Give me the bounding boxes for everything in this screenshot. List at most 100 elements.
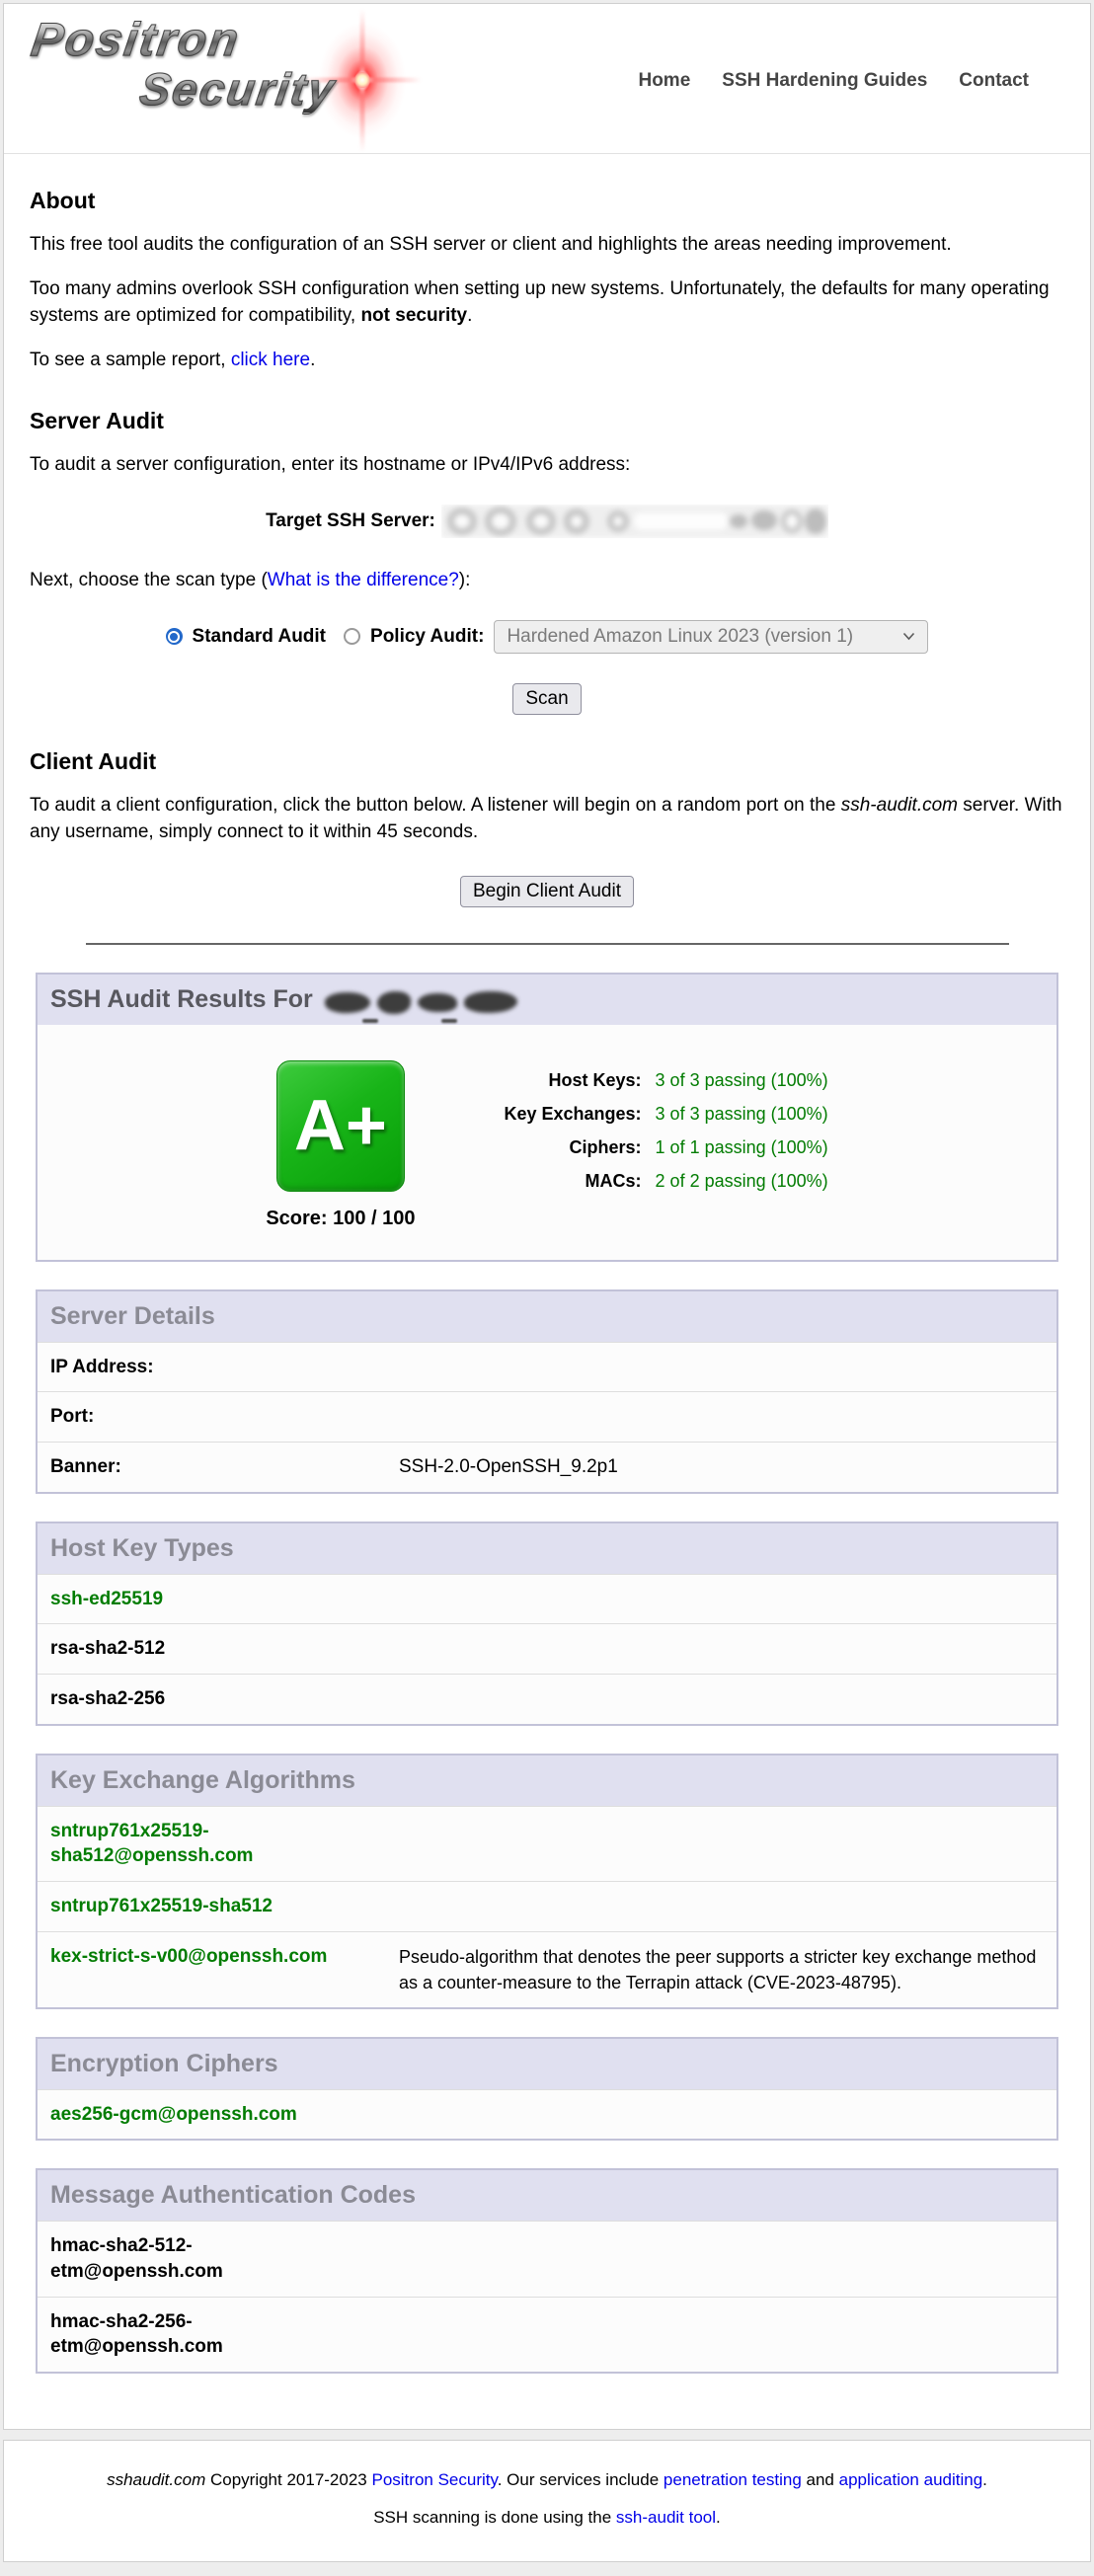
scan-button-row: Scan [30,683,1064,715]
results-panel-header: SSH Audit Results For [38,975,1056,1025]
encryption-ciphers-panel: Encryption Ciphers aes256-gcm@openssh.co… [36,2037,1058,2142]
nav-home[interactable]: Home [638,70,690,92]
policy-select[interactable]: Hardened Amazon Linux 2023 (version 1) [494,620,928,654]
server-details-panel: Server Details IP Address: Port: Banner:… [36,1289,1058,1494]
scan-type-text: Next, choose the scan type ( [30,570,268,590]
table-row: sntrup761x25519-sha512 [38,1881,1056,1931]
page-content: About This free tool audits the configur… [4,188,1090,945]
host-key-name: ssh-ed25519 [50,1587,352,1612]
scan-button[interactable]: Scan [512,683,581,715]
client-audit-text: To audit a client configuration, click t… [30,795,841,816]
about-title: About [30,188,1064,214]
scan-type-text-end: ): [459,570,471,590]
table-row: Port: [38,1391,1056,1442]
server-audit-intro: To audit a server configuration, enter i… [30,452,1064,479]
encryption-ciphers-header: Encryption Ciphers [38,2039,1056,2089]
client-audit-paragraph: To audit a client configuration, click t… [30,793,1064,846]
stat-value-macs: 2 of 2 passing (100%) [656,1171,828,1192]
footer-sitename: sshaudit.com [107,2470,205,2489]
server-details-header: Server Details [38,1291,1056,1342]
table-row: hmac-sha2-256-etm@openssh.com [38,2297,1056,2372]
kex-algorithm-name: kex-strict-s-v00@openssh.com [50,1944,352,1995]
nav-ssh-hardening-guides[interactable]: SSH Hardening Guides [722,70,927,92]
chevron-down-icon [902,632,915,641]
table-row: kex-strict-s-v00@openssh.com Pseudo-algo… [38,1931,1056,2007]
standard-audit-radio[interactable] [166,628,183,645]
host-key-types-panel: Host Key Types ssh-ed25519 rsa-sha2-512 … [36,1522,1058,1726]
page-card: Positron Security Home SSH Hardening Gui… [3,3,1091,2430]
target-ssh-server-input[interactable] [441,505,828,538]
results-stats: Host Keys: 3 of 3 passing (100%) Key Exc… [459,1070,828,1192]
table-row: hmac-sha2-512-etm@openssh.com [38,2221,1056,2296]
results-panel: SSH Audit Results For A+ Score: 100 / 10… [36,973,1058,1262]
table-row: IP Address: [38,1342,1056,1392]
results-title: SSH Audit Results For [50,985,313,1014]
cipher-name: aes256-gcm@openssh.com [50,2102,352,2128]
redacted-hostname-scribble [325,991,517,1014]
target-server-row: Target SSH Server: [30,505,1064,538]
grade-column: A+ Score: 100 / 100 [266,1060,415,1230]
ssh-audit-tool-link[interactable]: ssh-audit tool [616,2508,716,2527]
table-row: rsa-sha2-512 [38,1623,1056,1674]
stat-label-ciphers: Ciphers: [459,1137,642,1158]
penetration-testing-link[interactable]: penetration testing [664,2470,802,2489]
not-security-bold: not security [360,305,467,326]
stat-label-host-keys: Host Keys: [459,1070,642,1091]
policy-audit-radio[interactable] [344,628,360,645]
grade-letter: A+ [294,1085,387,1166]
kex-algorithm-note [399,1819,1044,1869]
host-key-name: rsa-sha2-256 [50,1686,352,1712]
positron-security-logo[interactable]: Positron Security [32,17,427,145]
table-row: sntrup761x25519-sha512@openssh.com [38,1806,1056,1881]
begin-client-audit-button[interactable]: Begin Client Audit [460,876,634,907]
kex-algorithm-note [399,1894,1044,1919]
about-paragraph-2: Too many admins overlook SSH configurati… [30,276,1064,330]
mac-name: hmac-sha2-512-etm@openssh.com [50,2233,248,2284]
logo-text-line2: Security [29,66,430,113]
redacted-hostname-blur [441,505,828,538]
about-paragraph-3: To see a sample report, click here. [30,348,1064,374]
server-audit-title: Server Audit [30,408,1064,434]
application-auditing-link[interactable]: application auditing [839,2470,983,2489]
stat-label-macs: MACs: [459,1171,642,1192]
main-nav: Home SSH Hardening Guides Contact [638,70,1062,92]
footer-services-text: . Our services include [498,2470,664,2489]
client-audit-button-row: Begin Client Audit [30,876,1064,907]
scan-type-paragraph: Next, choose the scan type (What is the … [30,568,1064,594]
policy-audit-label: Policy Audit: [370,626,484,648]
table-row: rsa-sha2-256 [38,1674,1056,1724]
table-row: ssh-ed25519 [38,1574,1056,1624]
table-row: Banner: SSH-2.0-OpenSSH_9.2p1 [38,1442,1056,1492]
macs-header: Message Authentication Codes [38,2170,1056,2221]
site-footer: sshaudit.com Copyright 2017-2023 Positro… [3,2440,1091,2562]
banner-label: Banner: [50,1454,352,1480]
results-body: A+ Score: 100 / 100 Host Keys: 3 of 3 pa… [38,1025,1056,1260]
scan-type-options: Standard Audit Policy Audit: Hardened Am… [30,620,1064,654]
sample-report-link[interactable]: click here [231,350,310,370]
host-key-types-header: Host Key Types [38,1523,1056,1574]
client-audit-title: Client Audit [30,748,1064,775]
macs-panel: Message Authentication Codes hmac-sha2-5… [36,2168,1058,2374]
ip-address-value [399,1355,1044,1380]
ssh-audit-com-italic: ssh-audit.com [841,795,958,816]
positron-security-link[interactable]: Positron Security [371,2470,497,2489]
site-header: Positron Security Home SSH Hardening Gui… [4,4,1090,154]
port-value [399,1404,1044,1430]
table-row: aes256-gcm@openssh.com [38,2089,1056,2140]
grade-badge: A+ [276,1060,405,1192]
footer-copyright-text: Copyright 2017-2023 [205,2470,371,2489]
section-divider [86,943,1009,945]
scan-type-difference-link[interactable]: What is the difference? [268,570,459,590]
logo-text-line1: Positron [29,17,430,65]
kex-algorithm-name: sntrup761x25519-sha512 [50,1894,352,1919]
stat-value-key-exchanges: 3 of 3 passing (100%) [656,1104,828,1125]
banner-value: SSH-2.0-OpenSSH_9.2p1 [399,1454,1044,1480]
nav-contact[interactable]: Contact [959,70,1029,92]
target-ssh-server-label: Target SSH Server: [266,510,435,532]
stat-value-ciphers: 1 of 1 passing (100%) [656,1137,828,1158]
about-p1-text: This free tool audits the configuration … [30,234,952,255]
footer-line1: sshaudit.com Copyright 2017-2023 Positro… [24,2470,1070,2490]
score-label: Score: 100 / 100 [266,1208,415,1230]
about-paragraph-1: This free tool audits the configuration … [30,232,1064,259]
sample-report-period: . [310,350,315,370]
